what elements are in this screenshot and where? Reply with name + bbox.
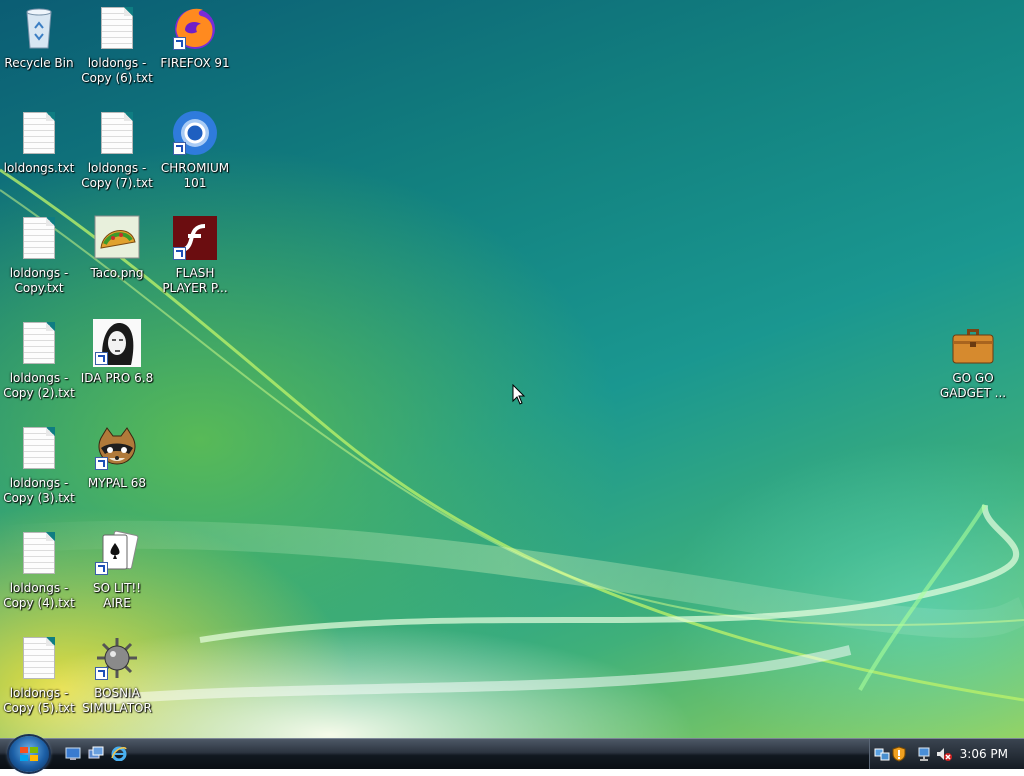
icon-label: FIREFOX 91 bbox=[160, 56, 230, 70]
icon-label: SO LIT!! AIRE bbox=[92, 581, 142, 610]
system-tray: 3:06 PM bbox=[869, 739, 1024, 769]
text-file-icon bbox=[15, 634, 63, 682]
chromium-shortcut[interactable]: CHROMIUM 101 bbox=[156, 109, 234, 191]
internet-explorer-button[interactable] bbox=[111, 746, 127, 762]
network-connection-icon[interactable] bbox=[918, 746, 934, 762]
text-file-loldongs-copy-2[interactable]: loldongs - Copy (2).txt bbox=[0, 319, 78, 401]
taco-image-icon bbox=[93, 214, 141, 262]
shortcut-arrow-icon bbox=[173, 142, 186, 155]
firefox-icon bbox=[171, 4, 219, 52]
bosnia-simulator-shortcut[interactable]: BOSNIA SIMULATOR bbox=[78, 634, 156, 716]
icon-label: CHROMIUM 101 bbox=[160, 161, 230, 190]
text-file-loldongs-copy-4[interactable]: loldongs - Copy (4).txt bbox=[0, 529, 78, 611]
solitaire-cards-icon bbox=[93, 529, 141, 577]
text-file-icon bbox=[15, 319, 63, 367]
shortcut-arrow-icon bbox=[95, 352, 108, 365]
shortcut-arrow-icon bbox=[95, 562, 108, 575]
icon-label: BOSNIA SIMULATOR bbox=[82, 686, 152, 715]
icon-label: loldongs - Copy (5).txt bbox=[3, 686, 75, 715]
text-file-loldongs-copy-5[interactable]: loldongs - Copy (5).txt bbox=[0, 634, 78, 716]
start-button[interactable] bbox=[9, 736, 49, 772]
taskbar-clock[interactable]: 3:06 PM bbox=[960, 747, 1008, 761]
mypal-shortcut[interactable]: MYPAL 68 bbox=[78, 424, 156, 491]
icon-label: loldongs - Copy (6).txt bbox=[81, 56, 153, 85]
text-file-loldongs-copy-6[interactable]: loldongs - Copy (6).txt bbox=[78, 4, 156, 86]
security-shield-icon[interactable] bbox=[892, 746, 906, 762]
switch-windows-button[interactable] bbox=[88, 746, 104, 761]
text-file-loldongs-copy-7[interactable]: loldongs - Copy (7).txt bbox=[78, 109, 156, 191]
text-file-icon bbox=[15, 214, 63, 262]
icon-label: loldongs - Copy (7).txt bbox=[81, 161, 153, 190]
icon-label: GO GO GADGET ... bbox=[939, 371, 1007, 400]
internet-explorer-icon bbox=[111, 746, 127, 762]
icon-label: Recycle Bin bbox=[4, 56, 74, 70]
icon-label: loldongs.txt bbox=[3, 161, 75, 175]
icon-label: FLASH PLAYER P... bbox=[162, 266, 228, 295]
network-icon[interactable] bbox=[874, 746, 890, 762]
text-file-icon bbox=[93, 109, 141, 157]
text-file-icon bbox=[15, 424, 63, 472]
windows-orb-icon bbox=[20, 747, 38, 761]
shortcut-arrow-icon bbox=[173, 37, 186, 50]
mypal-raccoon-icon bbox=[93, 424, 141, 472]
spiked-mine-icon bbox=[93, 634, 141, 682]
ida-pro-shortcut[interactable]: IDA PRO 6.8 bbox=[78, 319, 156, 386]
icon-label: loldongs - Copy (2).txt bbox=[3, 371, 75, 400]
ida-pro-icon bbox=[93, 319, 141, 367]
shortcut-arrow-icon bbox=[95, 667, 108, 680]
taskbar: 3:06 PM bbox=[0, 736, 1024, 772]
text-file-loldongs[interactable]: loldongs.txt bbox=[0, 109, 78, 176]
text-file-loldongs-copy[interactable]: loldongs - Copy.txt bbox=[0, 214, 78, 296]
icon-label: loldongs - Copy (3).txt bbox=[3, 476, 75, 505]
switch-windows-icon bbox=[88, 746, 104, 759]
text-file-icon bbox=[15, 529, 63, 577]
volume-muted-icon[interactable] bbox=[936, 746, 952, 762]
text-file-icon bbox=[15, 109, 63, 157]
shortcut-arrow-icon bbox=[173, 247, 186, 260]
taco-image-file[interactable]: Taco.png bbox=[78, 214, 156, 281]
text-file-icon bbox=[93, 4, 141, 52]
briefcase-icon bbox=[949, 319, 997, 367]
recycle-bin-icon bbox=[15, 4, 63, 52]
flash-player-shortcut[interactable]: FLASH PLAYER P... bbox=[156, 214, 234, 296]
show-desktop-icon bbox=[65, 747, 81, 760]
desktop[interactable]: Recycle Bin loldongs.txt loldongs - Copy… bbox=[0, 0, 1024, 738]
flash-player-icon bbox=[171, 214, 219, 262]
show-desktop-button[interactable] bbox=[65, 746, 81, 761]
chromium-icon bbox=[171, 109, 219, 157]
solitaire-shortcut[interactable]: SO LIT!! AIRE bbox=[78, 529, 156, 611]
shortcut-arrow-icon bbox=[95, 457, 108, 470]
recycle-bin-shortcut[interactable]: Recycle Bin bbox=[0, 4, 78, 71]
icon-label: Taco.png bbox=[90, 266, 144, 280]
icon-label: loldongs - Copy (4).txt bbox=[3, 581, 75, 610]
firefox-shortcut[interactable]: FIREFOX 91 bbox=[156, 4, 234, 71]
icon-label: loldongs - Copy.txt bbox=[9, 266, 69, 295]
go-go-gadget-shortcut[interactable]: GO GO GADGET ... bbox=[934, 319, 1012, 401]
mouse-cursor-icon bbox=[512, 384, 526, 405]
icon-label: MYPAL 68 bbox=[87, 476, 147, 490]
icon-label: IDA PRO 6.8 bbox=[80, 371, 154, 385]
text-file-loldongs-copy-3[interactable]: loldongs - Copy (3).txt bbox=[0, 424, 78, 506]
